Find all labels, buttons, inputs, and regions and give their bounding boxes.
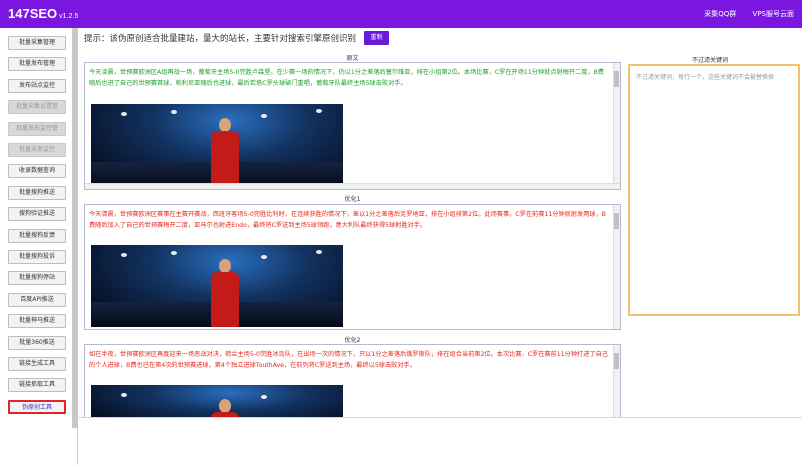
keyword-filter-textarea[interactable]: 不过滤关键词，每行一个，这些关键词不会被替换掉 xyxy=(628,64,800,316)
original-textarea[interactable]: 今天凌晨，世预赛欧洲区A组再战一场，葡萄牙主场5-0完胜卢森堡。在少赛一场的情况… xyxy=(84,62,621,190)
sidebar-item[interactable]: 批量采集管理 xyxy=(8,36,66,50)
vertical-scrollbar[interactable] xyxy=(613,63,620,189)
section-title-optimized-2: 优化2 xyxy=(344,337,361,344)
sidebar-item[interactable]: 批量发布监控管 xyxy=(8,122,66,136)
sidebar-item[interactable]: 链接生成工具 xyxy=(8,357,66,371)
vps-link[interactable]: VPS服号云面 xyxy=(753,10,794,18)
sidebar-item[interactable]: 批量采集设置管 xyxy=(8,100,66,114)
divider xyxy=(78,417,802,418)
original-text: 今天凌晨，世预赛欧洲区A组再战一场，葡萄牙主场5-0完胜卢森堡。在少赛一场的情况… xyxy=(89,69,605,87)
reset-button[interactable]: 重制 xyxy=(364,31,389,45)
sidebar-item[interactable]: 发布站点监控 xyxy=(8,79,66,93)
sidebar-item[interactable]: 批量搜狗反馈 xyxy=(8,229,66,243)
sidebar-item[interactable]: 百度API推送 xyxy=(8,293,66,307)
sidebar-item[interactable]: 搜狗验证推送 xyxy=(8,207,66,221)
section-title-original: 原文 xyxy=(346,55,359,62)
tip-text: 提示：该伪原创适合批量建站，量大的站长，主要针对搜索引擎原创识别 xyxy=(84,34,357,44)
vertical-scrollbar[interactable] xyxy=(613,345,620,417)
optimized-1-textarea[interactable]: 今天清晨，世预赛欧洲区赛事在主赛开赛战，西班牙客场5-0完胜比利时，在连续获胜的… xyxy=(84,204,621,330)
optimized-2-text: 如在半夜，世预赛欧洲区再度迎来一场恶战对决，荷兰主场5-0完胜冰岛队，在出场一次… xyxy=(89,351,608,369)
sidebar-item[interactable]: 批量搜狗投诉 xyxy=(8,250,66,264)
keyword-filter-title: 不过滤关键词 xyxy=(692,57,729,64)
keyword-filter-placeholder: 不过滤关键词，每行一个，这些关键词不会被替换掉 xyxy=(636,74,775,81)
sidebar-item[interactable]: 批量360推送 xyxy=(8,336,66,350)
sidebar-item[interactable]: 链接抓取工具 xyxy=(8,378,66,392)
app-logo: 147SEO v1.2.5 xyxy=(8,6,78,21)
sidebar-item[interactable]: 批量采发监控 xyxy=(8,143,66,157)
sidebar-item[interactable]: 伪原创工具 xyxy=(8,400,66,414)
top-nav: 采集QQ群 VPS服号云面 xyxy=(690,9,794,19)
top-bar: 147SEO v1.2.5 采集QQ群 VPS服号云面 xyxy=(0,0,802,28)
football-photo xyxy=(91,104,343,187)
optimized-2-textarea[interactable]: 如在半夜，世预赛欧洲区再度迎来一场恶战对决，荷兰主场5-0完胜冰岛队，在出场一次… xyxy=(84,344,621,418)
optimized-1-text: 今天清晨，世预赛欧洲区赛事在主赛开赛战，西班牙客场5-0完胜比利时，在连续获胜的… xyxy=(89,211,607,229)
app-name: 147SEO xyxy=(8,6,58,21)
horizontal-scrollbar[interactable] xyxy=(85,183,620,189)
sidebar-item[interactable]: 收录数据查询 xyxy=(8,164,66,178)
football-photo xyxy=(91,385,343,417)
sidebar-item[interactable]: 批量搜狗推送 xyxy=(8,186,66,200)
app-version: v1.2.5 xyxy=(59,13,79,20)
sidebar-scrollbar[interactable] xyxy=(72,28,78,428)
section-title-optimized-1: 优化1 xyxy=(344,196,361,203)
football-photo xyxy=(91,245,343,327)
sidebar-item[interactable]: 批量搜狗停站 xyxy=(8,271,66,285)
sidebar-item[interactable]: 批量神马推送 xyxy=(8,314,66,328)
sidebar-item[interactable]: 批量发布管理 xyxy=(8,57,66,71)
qq-group-link[interactable]: 采集QQ群 xyxy=(704,10,736,18)
vertical-scrollbar[interactable] xyxy=(613,205,620,329)
